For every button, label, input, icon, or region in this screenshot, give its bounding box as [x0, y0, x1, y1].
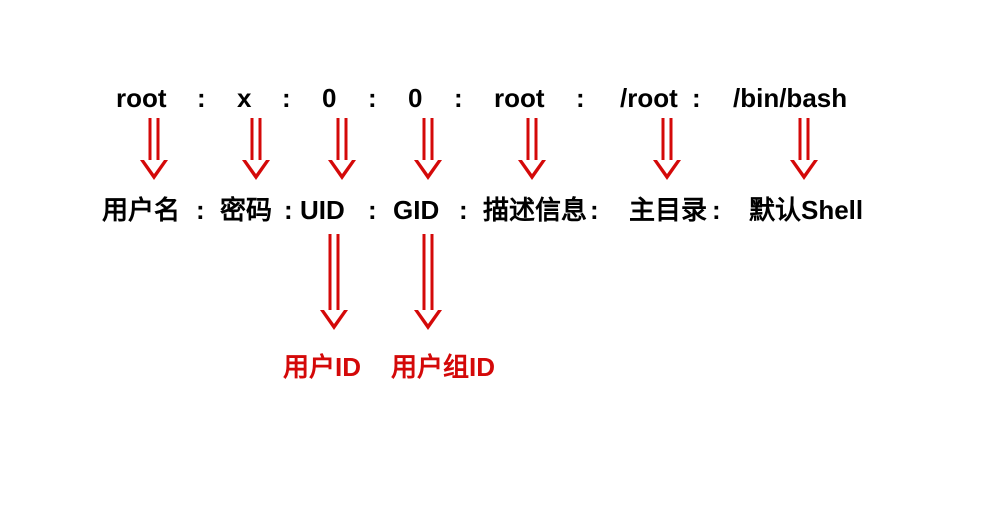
- sep: :: [197, 85, 206, 111]
- sep: :: [590, 197, 599, 223]
- field-home: /root: [620, 85, 678, 111]
- arrow-down-icon: [518, 118, 546, 180]
- label-username: 用户名: [102, 197, 180, 223]
- arrow-down-icon: [320, 234, 348, 332]
- sep: :: [196, 197, 205, 223]
- arrow-down-icon: [414, 118, 442, 180]
- sep: :: [284, 197, 293, 223]
- sep: :: [692, 85, 701, 111]
- sublabel-groupid: 用户组ID: [391, 354, 495, 380]
- field-uid: 0: [322, 85, 336, 111]
- sublabel-userid: 用户ID: [283, 354, 361, 380]
- field-gid: 0: [408, 85, 422, 111]
- sep: :: [454, 85, 463, 111]
- sep: :: [576, 85, 585, 111]
- label-password: 密码: [220, 197, 272, 223]
- sep: :: [368, 197, 377, 223]
- label-uid: UID: [300, 197, 345, 223]
- label-gid: GID: [393, 197, 439, 223]
- sep: :: [368, 85, 377, 111]
- sep: :: [459, 197, 468, 223]
- sep: :: [282, 85, 291, 111]
- field-gecos: root: [494, 85, 545, 111]
- arrow-down-icon: [328, 118, 356, 180]
- sep: :: [712, 197, 721, 223]
- arrow-down-icon: [790, 118, 818, 180]
- label-gecos: 描述信息: [483, 197, 587, 223]
- arrow-down-icon: [242, 118, 270, 180]
- field-password: x: [237, 85, 251, 111]
- field-shell: /bin/bash: [733, 85, 847, 111]
- label-home: 主目录: [629, 197, 707, 223]
- arrow-down-icon: [414, 234, 442, 332]
- arrow-down-icon: [140, 118, 168, 180]
- arrow-down-icon: [653, 118, 681, 180]
- diagram-stage: root : x : 0 : 0 : root : /root : /bin/b…: [0, 0, 1001, 516]
- label-shell: 默认Shell: [749, 197, 863, 223]
- field-username: root: [116, 85, 167, 111]
